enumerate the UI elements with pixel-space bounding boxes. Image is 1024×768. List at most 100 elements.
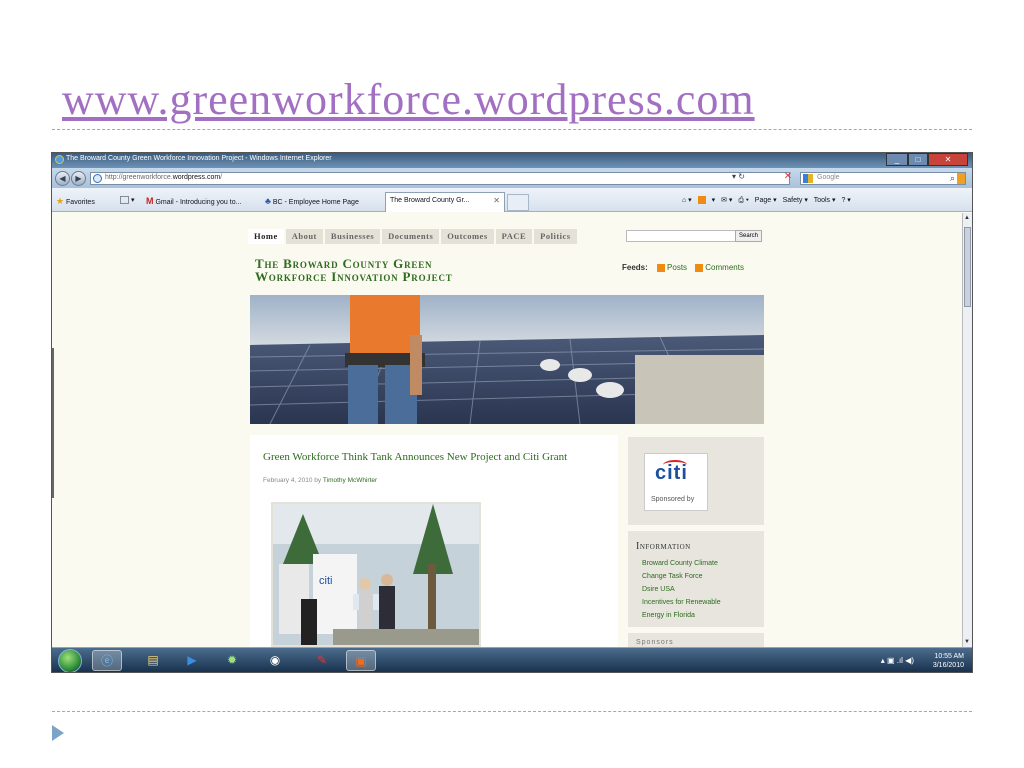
site-nav: Home About Businesses Documents Outcomes… xyxy=(248,229,579,244)
page-menu[interactable]: Page ▾ xyxy=(755,197,777,204)
info-link[interactable]: Change Task Force xyxy=(642,570,721,583)
post-author-link[interactable]: Timothy McWhirter xyxy=(323,477,377,484)
system-tray-icons[interactable]: ▴ ▣ .ıl ◀) xyxy=(881,656,914,665)
home-icon[interactable]: ⌂ ▾ xyxy=(682,197,692,204)
refresh-icon[interactable]: ▾ ↻ xyxy=(732,172,745,181)
nav-pace[interactable]: PACE xyxy=(495,229,533,244)
maximize-button[interactable]: □ xyxy=(908,153,928,166)
favorites-bar: ★ Favorites ▾ M Gmail - Introducing you … xyxy=(52,188,972,212)
next-widget: Sponsors xyxy=(628,633,764,647)
chrome-taskbar-icon[interactable]: ◉ xyxy=(260,650,290,671)
svg-text:citi: citi xyxy=(319,575,332,587)
print-icon[interactable]: ⎙ ▾ xyxy=(738,197,749,204)
top-divider xyxy=(52,129,972,130)
post-title[interactable]: Green Workforce Think Tank Announces New… xyxy=(263,451,603,463)
pin-taskbar-icon[interactable]: ✎ xyxy=(307,650,337,671)
slide-title[interactable]: www.greenworkforce.wordpress.com xyxy=(62,74,755,125)
grid-icon xyxy=(120,196,129,205)
posts-feed-link[interactable]: Posts xyxy=(667,263,687,272)
site-search-input[interactable] xyxy=(626,230,736,242)
powerpoint-taskbar-icon[interactable]: ▣ xyxy=(346,650,376,671)
address-row: ◀ ▶ http://greenworkforce.wordpress.com/… xyxy=(52,168,972,188)
gmail-icon: M xyxy=(146,196,154,206)
search-input[interactable]: Google ⌕ xyxy=(800,172,966,185)
explorer-taskbar-icon[interactable]: ▤ xyxy=(138,650,168,671)
site-title[interactable]: The Broward County Green Workforce Innov… xyxy=(255,257,575,283)
quick-tabs-button[interactable]: ▾ xyxy=(120,196,134,205)
sponsor-widget: citi Sponsored by xyxy=(628,437,764,525)
post-photo[interactable]: citi xyxy=(271,502,481,647)
rss-icon xyxy=(695,263,704,272)
next-heading: Sponsors xyxy=(636,639,674,646)
site-title-line2: Workforce Innovation Project xyxy=(255,269,453,284)
feeds-label: Feeds: xyxy=(622,263,648,272)
address-domain: wordpress.com xyxy=(172,174,221,181)
nav-documents[interactable]: Documents xyxy=(382,229,440,244)
favorite-gmail-label: Gmail - Introducing you to... xyxy=(155,199,242,206)
stop-icon[interactable]: ✕ xyxy=(782,171,794,183)
info-link[interactable]: Dsire USA xyxy=(642,583,721,596)
back-button[interactable]: ◀ xyxy=(55,171,70,186)
comments-feed-link[interactable]: Comments xyxy=(705,263,744,272)
post-date: February 4, 2010 by xyxy=(263,477,322,484)
citi-sponsor[interactable]: citi Sponsored by xyxy=(644,453,708,511)
post-area: Green Workforce Think Tank Announces New… xyxy=(250,435,618,647)
information-widget: Information Broward County Climate Chang… xyxy=(628,531,764,627)
address-bar[interactable]: http://greenworkforce.wordpress.com/ xyxy=(90,172,790,185)
minimize-button[interactable]: _ xyxy=(886,153,908,166)
rss-icon xyxy=(657,263,666,272)
citi-logo: citi xyxy=(655,462,688,484)
info-link[interactable]: Broward County Climate xyxy=(642,557,721,570)
nav-politics[interactable]: Politics xyxy=(534,229,577,244)
feeds-icon[interactable]: ▾ xyxy=(697,196,715,205)
wordpress-icon xyxy=(93,174,102,183)
nav-outcomes[interactable]: Outcomes xyxy=(441,229,494,244)
media-player-taskbar-icon[interactable]: ▶ xyxy=(177,650,207,671)
page-edge-mark xyxy=(52,348,54,498)
tab-label: The Broward County Gr... xyxy=(390,197,470,204)
forward-button[interactable]: ▶ xyxy=(71,171,86,186)
start-button[interactable] xyxy=(58,649,82,672)
google-icon xyxy=(803,174,813,183)
safety-menu[interactable]: Safety ▾ xyxy=(783,197,808,204)
nav-businesses[interactable]: Businesses xyxy=(324,229,381,244)
search-options-icon[interactable] xyxy=(957,173,965,184)
nav-about[interactable]: About xyxy=(285,229,323,244)
info-link[interactable]: Energy in Florida xyxy=(642,609,721,622)
favorite-gmail[interactable]: M Gmail - Introducing you to... xyxy=(146,196,241,206)
scroll-down-icon[interactable]: ▼ xyxy=(964,639,970,645)
info-link[interactable]: Incentives for Renewable xyxy=(642,596,721,609)
close-button[interactable]: ✕ xyxy=(928,153,968,166)
site-search-button[interactable]: Search xyxy=(735,230,763,242)
feeds: Feeds: Posts Comments xyxy=(622,263,750,272)
nav-home[interactable]: Home xyxy=(248,229,284,244)
gear-taskbar-icon[interactable]: ✹ xyxy=(217,650,247,671)
tools-menu[interactable]: Tools ▾ xyxy=(814,197,836,204)
address-suffix: / xyxy=(220,174,223,181)
favorites-label: Favorites xyxy=(66,199,95,206)
command-bar: ⌂ ▾ ▾ ✉ ▾ ⎙ ▾ Page ▾ Safety ▾ Tools ▾ ? … xyxy=(682,196,855,205)
favorites-button[interactable]: ★ Favorites xyxy=(56,196,95,207)
mail-icon[interactable]: ✉ ▾ xyxy=(721,197,732,204)
star-icon: ★ xyxy=(56,196,65,206)
window-titlebar: The Broward County Green Workforce Innov… xyxy=(52,153,972,168)
search-icon[interactable]: ⌕ xyxy=(950,173,955,184)
information-heading: Information xyxy=(636,541,691,552)
clock-time: 10:55 AM xyxy=(934,653,964,660)
vertical-scrollbar[interactable]: ▲ ▼ xyxy=(962,213,972,647)
scroll-up-icon[interactable]: ▲ xyxy=(964,215,970,221)
bottom-divider xyxy=(52,711,972,712)
help-icon[interactable]: ? ▾ xyxy=(841,197,850,204)
browser-screenshot: The Broward County Green Workforce Innov… xyxy=(51,152,973,673)
new-tab-button[interactable] xyxy=(507,194,529,211)
tab-close-icon[interactable]: ✕ xyxy=(493,196,500,205)
address-prefix: http://greenworkforce. xyxy=(105,174,173,181)
ie-taskbar-icon[interactable]: ⓔ xyxy=(92,650,122,671)
tab-broward[interactable]: The Broward County Gr... ✕ xyxy=(385,192,505,212)
bc-icon: ♣ xyxy=(265,196,271,206)
scroll-thumb[interactable] xyxy=(964,227,971,307)
clock-date: 3/16/2010 xyxy=(932,662,964,669)
favorite-bc-label: BC - Employee Home Page xyxy=(272,199,359,206)
clock[interactable]: 10:55 AM 3/16/2010 xyxy=(933,652,964,670)
favorite-bc[interactable]: ♣ BC - Employee Home Page xyxy=(265,196,359,206)
